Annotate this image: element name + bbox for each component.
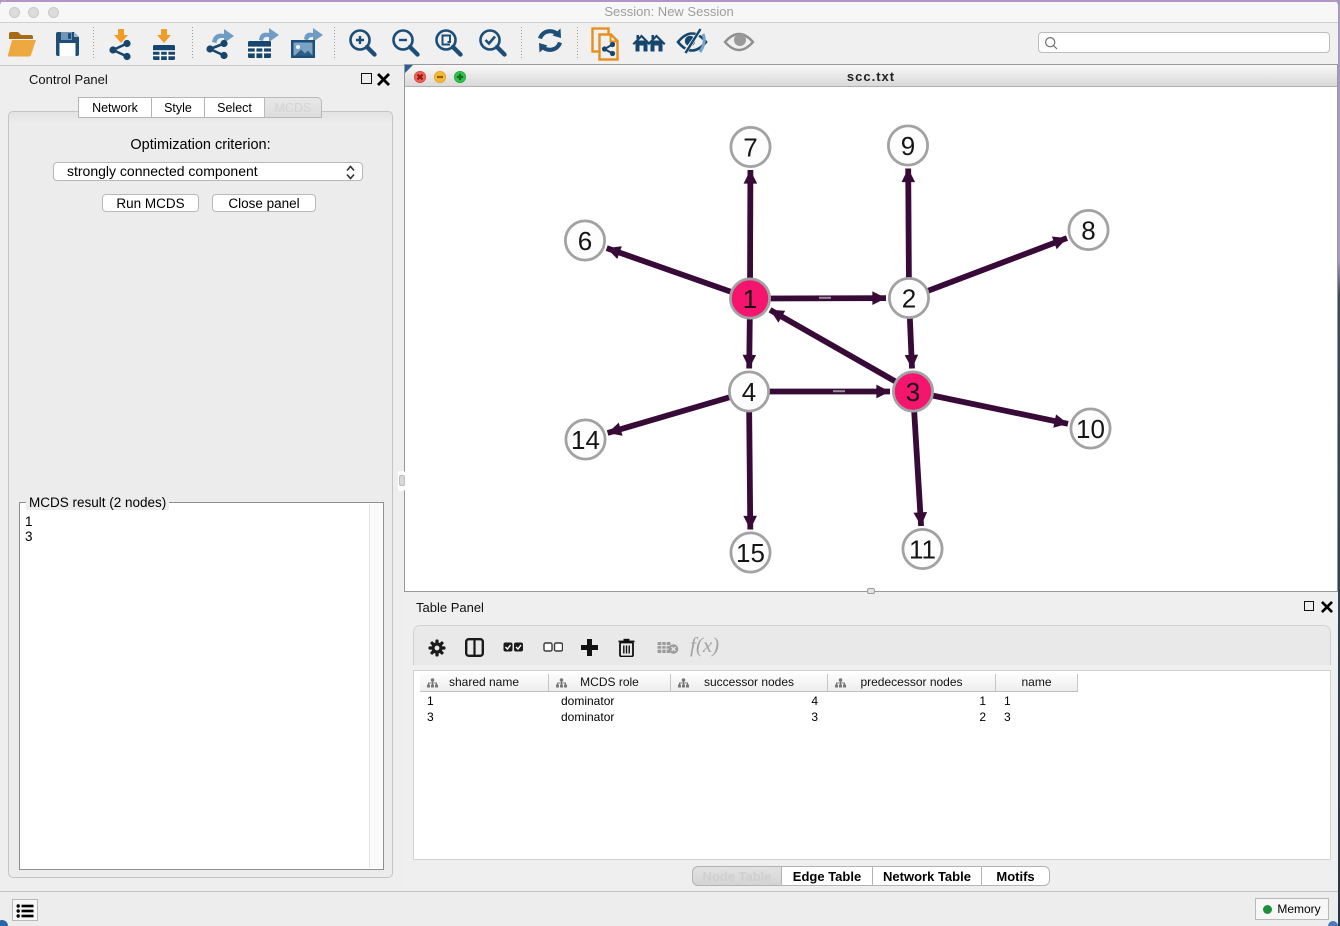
svg-text:1: 1 bbox=[743, 284, 757, 314]
svg-text:6: 6 bbox=[578, 226, 592, 256]
svg-text:3: 3 bbox=[906, 377, 920, 407]
svg-text:8: 8 bbox=[1081, 215, 1095, 245]
svg-text:11: 11 bbox=[909, 534, 936, 564]
svg-text:15: 15 bbox=[736, 538, 765, 568]
svg-text:14: 14 bbox=[571, 425, 600, 455]
svg-text:4: 4 bbox=[742, 377, 756, 407]
svg-text:9: 9 bbox=[901, 131, 915, 161]
svg-text:2: 2 bbox=[902, 283, 916, 313]
svg-text:7: 7 bbox=[743, 132, 757, 162]
svg-text:10: 10 bbox=[1076, 414, 1105, 444]
